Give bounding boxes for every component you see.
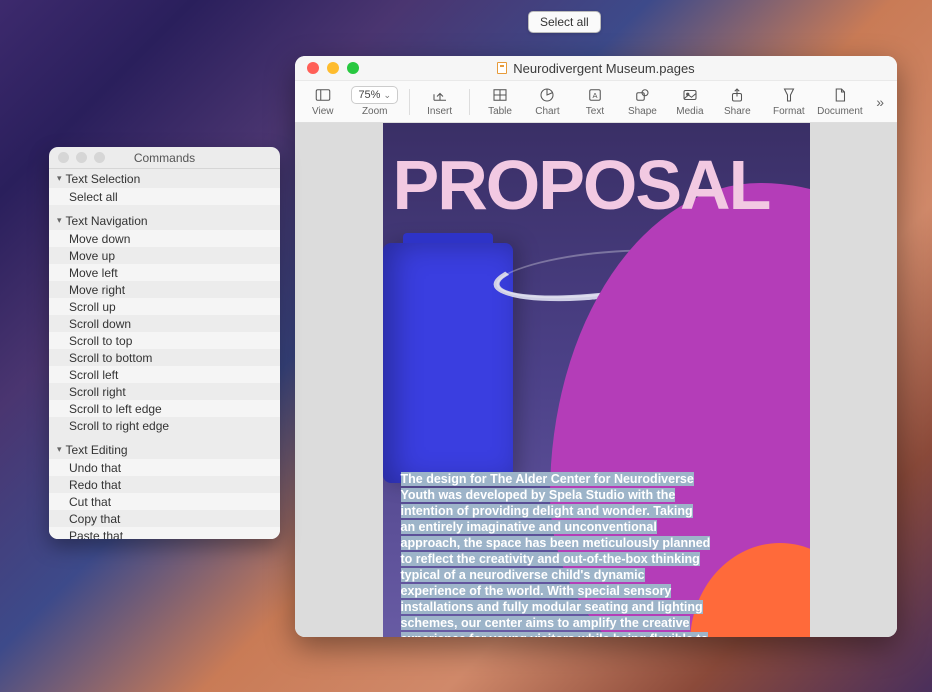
document-heading[interactable]: PROPOSAL	[393, 145, 810, 225]
sidebar-icon	[312, 86, 334, 104]
disclosure-triangle-icon: ▾	[57, 215, 62, 226]
document-button[interactable]: Document	[815, 82, 866, 122]
command-item[interactable]: Move left	[49, 264, 280, 281]
pages-window: Neurodivergent Museum.pages View 75% ⌄ Z…	[295, 56, 897, 637]
insert-icon	[429, 86, 451, 104]
media-button[interactable]: Media	[668, 82, 711, 122]
format-button[interactable]: Format	[767, 82, 810, 122]
command-item[interactable]: Cut that	[49, 493, 280, 510]
disclosure-triangle-icon: ▾	[57, 444, 62, 455]
zoom-control[interactable]: 75% ⌄	[351, 86, 398, 104]
command-item[interactable]: Paste that	[49, 527, 280, 539]
toolbar: View 75% ⌄ Zoom Insert Table Chart A Tex…	[295, 81, 897, 123]
voice-command-tooltip: Select all	[528, 11, 601, 33]
text-button[interactable]: A Text	[573, 82, 616, 122]
document-icon	[829, 86, 851, 104]
commands-group-label: Text Navigation	[66, 214, 148, 228]
page[interactable]: PROPOSAL The design for The Alder Center…	[383, 123, 810, 637]
command-item[interactable]: Copy that	[49, 510, 280, 527]
decorative-blue-box	[383, 243, 513, 483]
zoom-button[interactable]: 75% ⌄ Zoom	[348, 82, 401, 122]
chevron-down-icon: ⌄	[383, 90, 391, 101]
commands-group-header[interactable]: ▾ Text Editing	[49, 440, 280, 459]
table-button[interactable]: Table	[478, 82, 521, 122]
format-icon	[778, 86, 800, 104]
commands-group-label: Text Editing	[66, 443, 128, 457]
command-item[interactable]: Scroll to right edge	[49, 417, 280, 434]
selected-text[interactable]: The design for The Alder Center for Neur…	[401, 472, 711, 637]
commands-window: Commands ▾ Text Selection Select all ▾ Text …	[49, 147, 280, 539]
command-item[interactable]: Scroll left	[49, 366, 280, 383]
command-item[interactable]: Scroll to top	[49, 332, 280, 349]
toolbar-separator	[469, 89, 470, 115]
commands-group-header[interactable]: ▾ Text Selection	[49, 169, 280, 188]
command-item[interactable]: Move right	[49, 281, 280, 298]
toolbar-overflow[interactable]: »	[869, 94, 891, 110]
shape-icon	[631, 86, 653, 104]
commands-group-label: Text Selection	[66, 172, 141, 186]
disclosure-triangle-icon: ▾	[57, 173, 62, 184]
command-item[interactable]: Move up	[49, 247, 280, 264]
command-item[interactable]: Scroll to bottom	[49, 349, 280, 366]
commands-titlebar: Commands	[49, 147, 280, 169]
svg-text:A: A	[592, 91, 597, 100]
command-item[interactable]: Undo that	[49, 459, 280, 476]
titlebar: Neurodivergent Museum.pages	[295, 56, 897, 81]
command-item[interactable]: Scroll down	[49, 315, 280, 332]
chart-button[interactable]: Chart	[526, 82, 569, 122]
view-button[interactable]: View	[301, 82, 344, 122]
command-item[interactable]: Redo that	[49, 476, 280, 493]
toolbar-separator	[409, 89, 410, 115]
media-icon	[679, 86, 701, 104]
commands-list: ▾ Text Selection Select all ▾ Text Navigatio…	[49, 169, 280, 539]
chart-icon	[536, 86, 558, 104]
window-title: Neurodivergent Museum.pages	[295, 61, 897, 76]
command-item[interactable]: Scroll right	[49, 383, 280, 400]
commands-group-header[interactable]: ▾ Text Navigation	[49, 211, 280, 230]
text-icon: A	[584, 86, 606, 104]
canvas[interactable]: PROPOSAL The design for The Alder Center…	[295, 123, 897, 637]
command-item[interactable]: Scroll to left edge	[49, 400, 280, 417]
shape-button[interactable]: Shape	[621, 82, 664, 122]
share-button[interactable]: Share	[716, 82, 759, 122]
table-icon	[489, 86, 511, 104]
document-icon	[497, 62, 507, 74]
insert-button[interactable]: Insert	[418, 82, 461, 122]
command-item[interactable]: Select all	[49, 188, 280, 205]
document-body-text[interactable]: The design for The Alder Center for Neur…	[401, 471, 711, 637]
command-item[interactable]: Scroll up	[49, 298, 280, 315]
document-name: Neurodivergent Museum.pages	[513, 61, 694, 76]
command-item[interactable]: Move down	[49, 230, 280, 247]
commands-title: Commands	[49, 151, 280, 165]
share-icon	[726, 86, 748, 104]
